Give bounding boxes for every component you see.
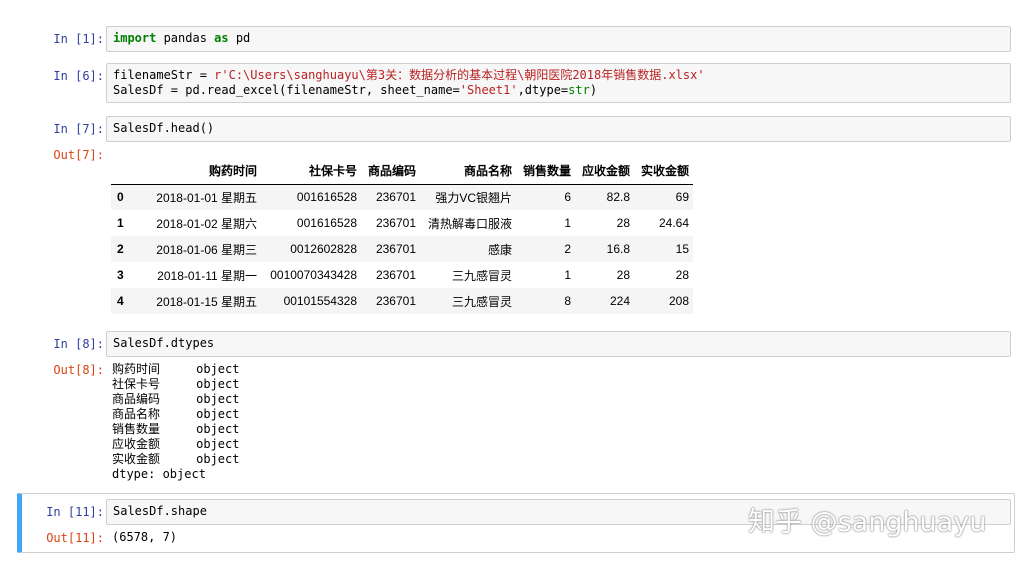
table-cell: 2 bbox=[564, 242, 571, 256]
column-header: 商品名称 bbox=[420, 158, 516, 185]
code-text: SalesDf = pd.read_excel(filenameStr, she… bbox=[113, 83, 460, 97]
output-line: dtype: object bbox=[112, 467, 206, 481]
table-cell: 1 bbox=[564, 268, 571, 282]
table-cell: 感康 bbox=[487, 242, 512, 257]
code-text: ,dtype= bbox=[517, 83, 569, 97]
output-prompt: Out[8]: bbox=[53, 363, 104, 377]
table-cell: 82.8 bbox=[606, 190, 630, 205]
column-header: 商品编码 bbox=[361, 158, 420, 185]
output-line: 社保卡号 object bbox=[112, 377, 240, 391]
input-prompt: In [11]: bbox=[46, 505, 104, 519]
row-index: 4 bbox=[117, 294, 124, 308]
table-cell: 236701 bbox=[375, 294, 416, 308]
code-text: pd bbox=[228, 31, 251, 45]
code-input[interactable]: SalesDf.head() bbox=[106, 116, 1011, 142]
code-input[interactable]: SalesDf.dtypes bbox=[106, 331, 1011, 357]
table-cell: 0010070343428 bbox=[270, 268, 357, 282]
row-index: 2 bbox=[117, 242, 124, 256]
output-text: 购药时间 object 社保卡号 object 商品编码 object 商品名称 ob… bbox=[112, 362, 239, 482]
table-cell: 236701 bbox=[375, 268, 416, 282]
index-header bbox=[111, 158, 131, 185]
table-cell: 00101554328 bbox=[283, 294, 357, 308]
keyword: import bbox=[113, 31, 157, 45]
table-cell: 8 bbox=[564, 294, 571, 308]
table-cell: 强力VC银翘片 bbox=[435, 190, 512, 205]
keyword: as bbox=[214, 31, 229, 45]
table-cell: 28 bbox=[675, 268, 689, 282]
table-cell: 2018-01-02 星期六 bbox=[156, 216, 257, 231]
table-cell: 2018-01-11 星期一 bbox=[157, 268, 257, 283]
input-prompt: In [6]: bbox=[53, 69, 104, 83]
table-row: 2 2018-01-06 星期三 0012602828 236701 感康 2 … bbox=[111, 236, 693, 262]
table-cell: 28 bbox=[616, 268, 630, 282]
string-literal: 'Sheet1' bbox=[459, 83, 518, 97]
row-index: 3 bbox=[117, 268, 124, 282]
table-cell: 001616528 bbox=[296, 216, 357, 230]
table-cell: 0012602828 bbox=[290, 242, 357, 256]
code-text: filenameStr = bbox=[113, 68, 215, 82]
output-line: 应收金额 object bbox=[112, 437, 240, 451]
output-line: 购药时间 object bbox=[112, 362, 240, 376]
table-cell: 236701 bbox=[375, 216, 416, 230]
table-cell: 224 bbox=[609, 294, 630, 308]
output-prompt: Out[7]: bbox=[53, 148, 104, 162]
table-cell: 16.8 bbox=[606, 242, 630, 256]
input-prompt: In [7]: bbox=[53, 122, 104, 136]
code-cell-2[interactable]: In [6]: filenameStr = r'C:\Users\sanghua… bbox=[20, 63, 1014, 103]
code-input[interactable]: filenameStr = r'C:\Users\sanghuayu\第3关：数… bbox=[106, 63, 1011, 103]
column-header: 实收金额 bbox=[634, 158, 693, 185]
table-cell: 208 bbox=[668, 294, 689, 308]
code-cell-1[interactable]: In [1]: import pandas as pd bbox=[20, 26, 1014, 52]
output-line: 实收金额 object bbox=[112, 452, 240, 466]
table-cell: 236701 bbox=[375, 190, 416, 205]
output-line: 商品编码 object bbox=[112, 392, 240, 406]
input-prompt: In [1]: bbox=[53, 32, 104, 46]
table-cell: 6 bbox=[564, 190, 571, 205]
row-index: 1 bbox=[117, 216, 124, 230]
table-header-row: 购药时间 社保卡号 商品编码 商品名称 销售数量 应收金额 实收金额 bbox=[111, 158, 693, 185]
table-cell: 001616528 bbox=[296, 190, 357, 205]
column-header: 购药时间 bbox=[131, 158, 261, 185]
column-header: 应收金额 bbox=[575, 158, 634, 185]
table-cell: 28 bbox=[616, 216, 630, 230]
table-cell: 2018-01-01 星期五 bbox=[156, 190, 257, 205]
table-cell: 69 bbox=[675, 190, 689, 205]
input-prompt: In [8]: bbox=[53, 337, 104, 351]
output-prompt: Out[11]: bbox=[46, 531, 104, 545]
table-row: 1 2018-01-02 星期六 001616528 236701 清热解毒口服… bbox=[111, 210, 693, 236]
table-cell: 三九感冒灵 bbox=[451, 268, 512, 283]
code-text: pandas bbox=[156, 31, 215, 45]
column-header: 销售数量 bbox=[516, 158, 575, 185]
table-row: 4 2018-01-15 星期五 00101554328 236701 三九感冒… bbox=[111, 288, 693, 314]
table-cell: 2018-01-15 星期五 bbox=[156, 294, 257, 309]
table-row: 3 2018-01-11 星期一 0010070343428 236701 三九… bbox=[111, 262, 693, 288]
string-literal: r'C:\Users\sanghuayu\第3关：数据分析的基本过程\朝阳医院2… bbox=[214, 68, 705, 82]
table-cell: 24.64 bbox=[658, 216, 689, 230]
dataframe-table: 购药时间 社保卡号 商品编码 商品名称 销售数量 应收金额 实收金额 0 201… bbox=[111, 158, 693, 314]
table-cell: 15 bbox=[675, 242, 689, 256]
code-cell-4[interactable]: In [8]: SalesDf.dtypes Out[8]: 购药时间 obje… bbox=[20, 331, 1014, 483]
code-input[interactable]: import pandas as pd bbox=[106, 26, 1011, 52]
table-row: 0 2018-01-01 星期五 001616528 236701 强力VC银翘… bbox=[111, 184, 693, 210]
table-cell: 清热解毒口服液 bbox=[427, 216, 512, 231]
table-cell: 2018-01-06 星期三 bbox=[156, 242, 257, 257]
builtin: str bbox=[568, 83, 590, 97]
table-cell: 1 bbox=[564, 216, 571, 230]
table-cell: 三九感冒灵 bbox=[451, 294, 512, 309]
code-text: ) bbox=[589, 83, 598, 97]
output-line: 商品名称 object bbox=[112, 407, 240, 421]
output-text: (6578, 7) bbox=[112, 530, 178, 544]
zhihu-watermark: 知乎 @sanghuayu bbox=[748, 507, 987, 538]
output-line: 销售数量 object bbox=[112, 422, 240, 436]
row-index: 0 bbox=[117, 190, 124, 205]
column-header: 社保卡号 bbox=[261, 158, 361, 185]
table-cell: 236701 bbox=[375, 242, 416, 256]
